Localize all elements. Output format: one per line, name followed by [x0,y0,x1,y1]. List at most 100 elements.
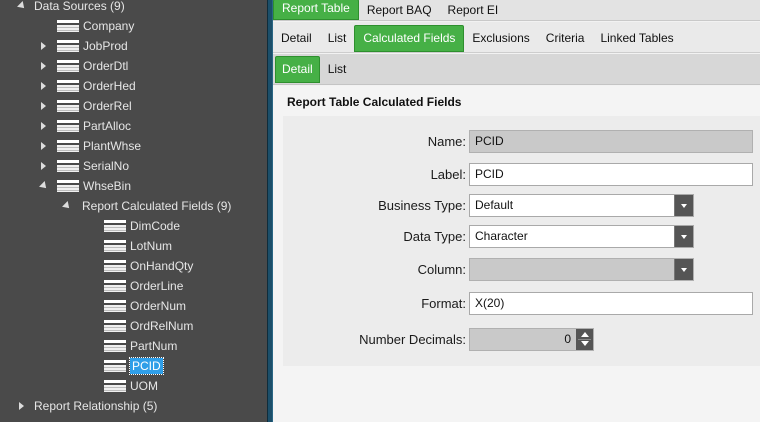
tree-item[interactable]: PartNum [0,336,265,356]
data-type-value: Character [475,229,528,243]
label-row: Label: PCID [283,163,760,187]
tree-item[interactable]: DimCode [0,216,265,236]
detailtab-detail[interactable]: Detail [275,55,320,83]
table-icon [104,339,126,353]
expand-arrow-icon[interactable] [39,36,49,56]
data-type-row: Data Type: Character [283,225,760,249]
number-decimals-row: Number Decimals: 0 [283,328,760,352]
table-icon [104,359,126,373]
tree-item-label: OrderHed [83,79,136,93]
format-field[interactable]: X(20) [469,292,753,315]
collapse-arrow-icon[interactable] [17,0,27,16]
subtab-detail[interactable]: Detail [273,25,320,52]
table-icon [57,179,79,193]
expand-arrow-icon[interactable] [39,96,49,116]
expand-arrow-icon[interactable] [39,136,49,156]
tree-item-label: OrderLine [130,279,184,293]
label-label: Label: [430,167,466,182]
tree-item[interactable]: PlantWhse [0,136,265,156]
table-icon [104,219,126,233]
name-label: Name: [427,134,466,149]
spinner-icon[interactable] [576,329,593,350]
tree-item[interactable]: Data Sources (9) [0,0,265,16]
panel-title: Report Table Calculated Fields [287,95,462,109]
tree-item[interactable]: OrderDtl [0,56,265,76]
tree-item[interactable]: OrdRelNum [0,316,265,336]
tree-item[interactable]: Company [0,16,265,36]
tree-item[interactable]: OrderRel [0,96,265,116]
tree-item-label: SerialNo [83,159,130,173]
tree-item[interactable]: Report Calculated Fields (9) [0,196,265,216]
number-decimals-label: Number Decimals: [359,332,466,347]
calculated-field-form: Name: PCID Label: PCID Business Type: De… [283,116,760,366]
tree-item[interactable]: JobProd [0,36,265,56]
tree-item-label: PartAlloc [83,119,132,133]
tree-item[interactable]: WhseBin [0,176,265,196]
expand-arrow-icon[interactable] [39,156,49,176]
tree-item[interactable]: OrderNum [0,296,265,316]
tree-item-label: OrdRelNum [130,319,194,333]
business-type-value: Default [475,198,514,212]
data-source-tree: Data Sources (9) Company JobProd OrderDtl Or… [0,0,267,422]
detailtab-list[interactable]: List [320,56,355,83]
expand-arrow-icon[interactable] [39,56,49,76]
tree-item[interactable]: Report Relationship (5) [0,396,265,416]
tree-item-label: LotNum [130,239,173,253]
tree-item[interactable]: OrderHed [0,76,265,96]
subtab-calculated-fields[interactable]: Calculated Fields [354,24,465,52]
tree-item[interactable]: PCID [0,356,265,376]
tree-item-label: OrderNum [130,299,187,313]
business-type-row: Business Type: Default [283,194,760,218]
number-decimals-stepper[interactable]: 0 [469,328,594,351]
table-icon [57,79,79,93]
subtab-exclusions[interactable]: Exclusions [464,25,537,52]
tree-item-label: Report Relationship (5) [34,399,158,413]
tree-item[interactable]: LotNum [0,236,265,256]
tree-item-label: OrderRel [83,99,132,113]
sub-tab-bar: Detail List Calculated Fields Exclusions Cri… [273,22,760,53]
detail-tab-bar: Detail List [273,54,760,85]
expand-arrow-icon[interactable] [17,396,27,416]
data-type-label: Data Type: [403,229,466,244]
tree-item[interactable]: UOM [0,376,265,396]
tree-item-label: UOM [130,379,158,393]
name-row: Name: PCID [283,130,760,154]
table-icon [57,139,79,153]
expand-arrow-icon[interactable] [39,76,49,96]
subtab-criteria[interactable]: Criteria [538,25,593,52]
tree-item-label: PartNum [130,339,178,353]
business-type-label: Business Type: [378,198,466,213]
subtab-linked-tables[interactable]: Linked Tables [592,25,681,52]
table-icon [57,99,79,113]
data-type-select[interactable]: Character [469,225,694,248]
label-field[interactable]: PCID [469,163,753,186]
column-select[interactable] [469,258,694,281]
tree-item[interactable]: OrderLine [0,276,265,296]
collapse-arrow-icon[interactable] [62,196,72,216]
tree-item-label: Company [83,19,135,33]
table-icon [104,319,126,333]
tree-item[interactable]: SerialNo [0,156,265,176]
tab-report-ei[interactable]: Report EI [440,0,507,20]
subtab-list[interactable]: List [320,25,355,52]
tab-report-table[interactable]: Report Table [273,0,359,20]
table-icon [57,159,79,173]
chevron-down-icon[interactable] [674,226,693,247]
table-icon [57,119,79,133]
chevron-down-icon[interactable] [674,259,693,280]
calculated-fields-panel: Report Table Calculated Fields Name: PCI… [273,86,760,422]
tree-item-label: JobProd [83,39,128,53]
chevron-down-icon[interactable] [674,195,693,216]
tree-item-label: PlantWhse [83,139,142,153]
expand-arrow-icon[interactable] [39,116,49,136]
name-field[interactable]: PCID [469,130,753,153]
tree-item-label: WhseBin [83,179,132,193]
collapse-arrow-icon[interactable] [39,176,49,196]
business-type-select[interactable]: Default [469,194,694,217]
tree-item[interactable]: OnHandQty [0,256,265,276]
tree-item-label: OnHandQty [130,259,194,273]
table-icon [57,59,79,73]
tree-item[interactable]: PartAlloc [0,116,265,136]
tab-report-baq[interactable]: Report BAQ [359,0,440,20]
top-tab-bar: Report Table Report BAQ Report EI [273,0,760,21]
